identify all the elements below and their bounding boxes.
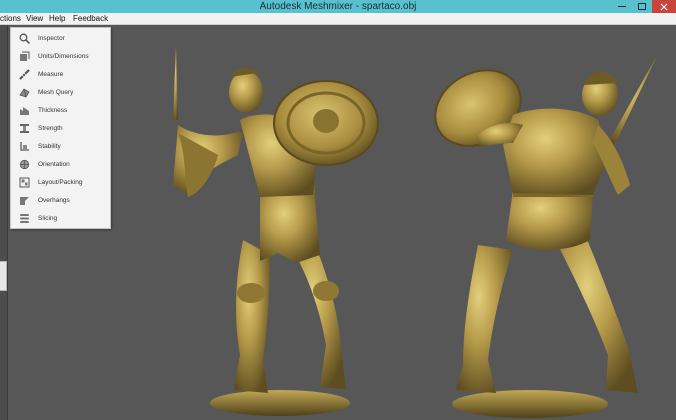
window-controls <box>612 0 676 13</box>
menu-item-measure[interactable]: Measure <box>11 65 110 83</box>
menu-bar: ctions View Help Feedback <box>0 13 676 25</box>
strength-icon <box>18 122 30 134</box>
thickness-icon <box>18 104 30 116</box>
orientation-icon <box>18 158 30 170</box>
menu-item-label: Strength <box>38 124 63 132</box>
menu-item-label: Overhangs <box>38 196 70 204</box>
layout-packing-icon <box>18 176 30 188</box>
menu-item-overhangs[interactable]: Overhangs <box>11 191 110 209</box>
menu-item-mesh-query[interactable]: Mesh Query <box>11 83 110 101</box>
menu-view[interactable]: View <box>26 13 43 24</box>
maximize-button[interactable] <box>632 0 652 13</box>
menu-item-label: Mesh Query <box>38 88 74 96</box>
menu-item-label: Orientation <box>38 160 70 168</box>
menu-item-inspector[interactable]: Inspector <box>11 29 110 47</box>
menu-item-label: Inspector <box>38 34 65 42</box>
menu-help[interactable]: Help <box>49 13 65 24</box>
menu-actions[interactable]: ctions <box>0 13 21 24</box>
menu-item-label: Stability <box>38 142 61 150</box>
analysis-menu: Inspector Units/Dimensions Measure Mesh … <box>10 27 111 229</box>
overhangs-icon <box>18 194 30 206</box>
menu-item-orientation[interactable]: Orientation <box>11 155 110 173</box>
toolbar-expand-button[interactable] <box>0 261 7 291</box>
maximize-icon <box>638 3 646 10</box>
minimize-button[interactable] <box>612 0 632 13</box>
menu-item-strength[interactable]: Strength <box>11 119 110 137</box>
menu-item-label: Measure <box>38 70 64 78</box>
menu-item-units-dimensions[interactable]: Units/Dimensions <box>11 47 110 65</box>
menu-item-label: Units/Dimensions <box>38 52 89 60</box>
menu-item-label: Slicing <box>38 214 58 222</box>
menu-item-layout-packing[interactable]: Layout/Packing <box>11 173 110 191</box>
close-button[interactable] <box>652 0 676 13</box>
close-icon <box>660 3 668 10</box>
statue-front-view <box>173 45 379 416</box>
menu-item-stability[interactable]: Stability <box>11 137 110 155</box>
mesh-query-icon <box>18 86 30 98</box>
menu-item-label: Thickness <box>38 106 68 114</box>
menu-item-label: Layout/Packing <box>38 178 83 186</box>
title-bar: Autodesk Meshmixer - spartaco.obj <box>0 0 676 13</box>
window-title: Autodesk Meshmixer - spartaco.obj <box>259 1 417 12</box>
units-dimensions-icon <box>18 50 30 62</box>
stability-icon <box>18 140 30 152</box>
slicing-icon <box>18 212 30 224</box>
left-toolbar <box>0 25 8 420</box>
menu-item-slicing[interactable]: Slicing <box>11 209 110 227</box>
measure-icon <box>18 68 30 80</box>
menu-feedback[interactable]: Feedback <box>73 13 108 24</box>
statue-back-view <box>434 50 660 418</box>
inspector-icon <box>18 32 30 44</box>
menu-item-thickness[interactable]: Thickness <box>11 101 110 119</box>
minimize-icon <box>618 6 626 7</box>
